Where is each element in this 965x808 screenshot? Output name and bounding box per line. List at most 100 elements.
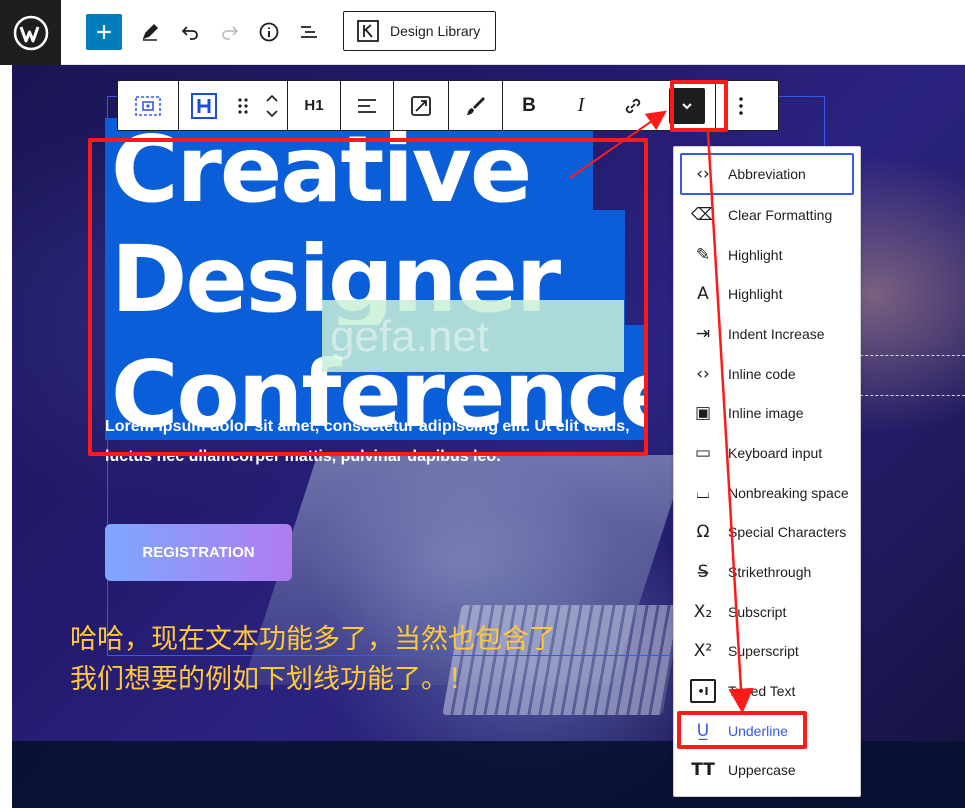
underline-icon: U̲ [696, 720, 710, 741]
toolbar-group [118, 81, 179, 130]
typed-text-icon: •I [690, 679, 716, 704]
toolbar-group [394, 81, 449, 130]
undo-icon[interactable] [174, 16, 206, 48]
design-library-icon [357, 20, 379, 42]
menu-item-label: Subscript [728, 603, 787, 620]
resize-icon [411, 95, 431, 116]
dashed-divider [860, 355, 965, 356]
image-icon: ▣ [694, 403, 712, 424]
wordpress-logo-icon[interactable] [0, 0, 61, 65]
registration-button[interactable]: REGISTRATION [105, 524, 292, 581]
menu-item-highlight[interactable]: ✎ Highlight [674, 235, 860, 275]
redo-icon[interactable] [214, 16, 246, 48]
annotation-text: 哈哈，现在文本功能多了，当然也包含了 我们想要的例如下划线功能了。！ [70, 620, 556, 700]
menu-item-label: Superscript [728, 643, 799, 660]
more-vertical-icon [739, 96, 743, 115]
pencil-icon[interactable] [134, 16, 166, 48]
indent-icon: ⇥ [695, 323, 711, 344]
menu-item-clear-formatting[interactable]: ⌫ Clear Formatting [674, 195, 860, 235]
menu-item-label: Clear Formatting [728, 206, 833, 223]
chevron-up-down-icon [266, 94, 278, 117]
menu-item-special-characters[interactable]: Ω Special Characters [674, 513, 860, 553]
options-button[interactable] [716, 81, 766, 130]
text-color-icon: A [697, 284, 709, 305]
watermark-text: gefa.net [330, 312, 490, 361]
menu-item-keyboard-input[interactable]: ▭ Keyboard input [674, 433, 860, 473]
menu-item-label: Keyboard input [728, 444, 823, 461]
menu-item-label: Underline [728, 722, 788, 739]
align-button[interactable] [341, 81, 393, 130]
menu-item-uppercase[interactable]: TT Uppercase [674, 751, 860, 791]
menu-item-label: Highlight [728, 246, 783, 263]
menu-item-highlight-text[interactable]: A Highlight [674, 274, 860, 314]
add-block-button[interactable] [86, 14, 122, 50]
menu-item-label: Uppercase [728, 762, 796, 779]
subscript-icon: X₂ [693, 601, 713, 622]
menu-item-label: Typed Text [728, 683, 796, 700]
menu-item-nonbreaking-space[interactable]: ⌴ Nonbreaking space [674, 473, 860, 513]
menu-item-label: Special Characters [728, 524, 847, 541]
move-up-down-buttons[interactable] [257, 81, 287, 130]
menu-item-underline[interactable]: U̲ Underline [674, 711, 860, 751]
block-type-switcher[interactable] [118, 81, 178, 130]
chevron-down-icon [669, 87, 705, 124]
toolbar-group [716, 81, 766, 130]
dashed-divider [860, 395, 965, 396]
heading-block-button[interactable] [179, 81, 229, 130]
menu-item-inline-image[interactable]: ▣ Inline image [674, 393, 860, 433]
menu-item-typed-text[interactable]: •I Typed Text [674, 671, 860, 711]
editor-screen: Design Library Creative Designer Confere… [0, 0, 965, 808]
space-icon: ⌴ [696, 482, 710, 503]
menu-item-label: Abbreviation [728, 166, 806, 182]
drag-handle[interactable] [229, 81, 257, 130]
bold-button[interactable]: B [503, 81, 555, 130]
omega-icon: Ω [696, 522, 710, 543]
superscript-icon: X² [693, 641, 713, 662]
toolbar-group [341, 81, 394, 130]
toolbar-group: H1 [288, 81, 341, 130]
container-icon [135, 95, 161, 116]
more-rich-text-controls-button[interactable] [659, 81, 715, 130]
drag-handle-icon [238, 97, 248, 114]
menu-item-inline-code[interactable]: ‹› Inline code [674, 354, 860, 394]
link-icon [625, 98, 641, 113]
heading-level-button[interactable]: H1 [288, 81, 340, 130]
italic-button[interactable]: I [555, 81, 607, 130]
menu-item-indent-increase[interactable]: ⇥ Indent Increase [674, 314, 860, 354]
highlighter-icon: ✎ [695, 244, 711, 265]
toolbar-group [449, 81, 503, 130]
eraser-icon: ⌫ [690, 204, 716, 225]
code-brackets-icon: ‹› [696, 164, 710, 184]
menu-item-label: Indent Increase [728, 325, 825, 342]
menu-item-strikethrough[interactable]: S̶ Strikethrough [674, 552, 860, 592]
editor-top-bar: Design Library [0, 0, 965, 65]
uppercase-icon: TT [691, 760, 715, 781]
text-effect-button[interactable] [394, 81, 448, 130]
menu-item-label: Nonbreaking space [728, 484, 849, 501]
plus-icon [97, 25, 111, 39]
keyboard-icon: ▭ [694, 442, 712, 463]
list-view-icon[interactable] [293, 16, 325, 48]
block-toolbar: H1 B I [117, 80, 779, 131]
hero-body-text[interactable]: Lorem ipsum dolor sit amet, consectetur … [105, 412, 645, 472]
design-library-label: Design Library [390, 23, 481, 39]
rich-text-format-menu: ‹› Abbreviation ⌫ Clear Formatting ✎ Highli… [673, 146, 861, 797]
link-button[interactable] [607, 81, 659, 130]
design-library-button[interactable]: Design Library [343, 11, 496, 51]
heading-icon [191, 92, 217, 119]
annotation-line: 哈哈，现在文本功能多了，当然也包含了 [70, 624, 556, 655]
menu-item-label: Highlight [728, 286, 783, 303]
menu-item-label: Strikethrough [728, 564, 812, 581]
menu-item-label: Inline code [728, 365, 796, 382]
menu-item-superscript[interactable]: X² Superscript [674, 632, 860, 672]
toolbar-group: B I [503, 81, 716, 130]
menu-item-label: Inline image [728, 405, 804, 422]
brush-icon [466, 96, 485, 115]
menu-item-abbreviation[interactable]: ‹› Abbreviation [680, 153, 854, 195]
align-left-icon [358, 98, 376, 113]
annotation-line: 我们想要的例如下划线功能了。！ [70, 664, 475, 695]
code-icon: ‹› [696, 363, 710, 384]
info-icon[interactable] [253, 16, 285, 48]
color-button[interactable] [449, 81, 502, 130]
menu-item-subscript[interactable]: X₂ Subscript [674, 592, 860, 632]
